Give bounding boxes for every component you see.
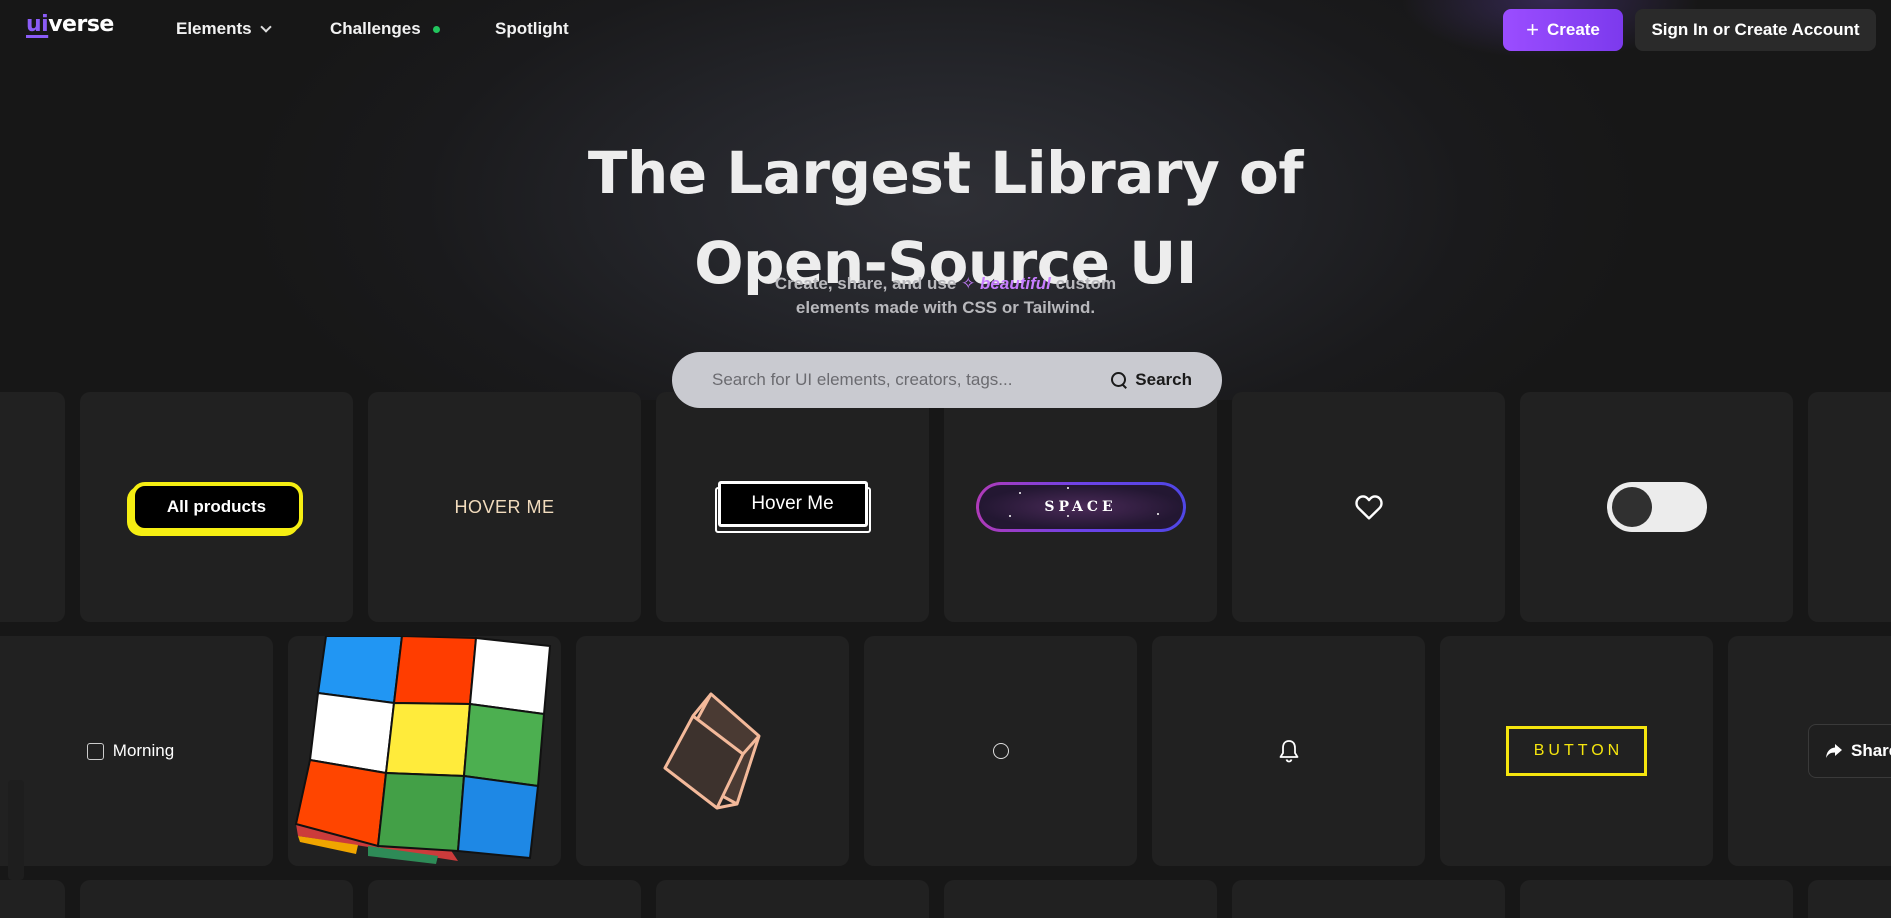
element-card[interactable] (368, 880, 641, 918)
nav-challenges[interactable]: Challenges (330, 19, 440, 39)
all-products-label: All products (166, 497, 267, 516)
sign-in-label: Sign In or Create Account (1651, 20, 1860, 39)
element-card[interactable] (288, 636, 561, 866)
element-card[interactable] (1520, 880, 1793, 918)
all-products-button-demo[interactable]: All products (130, 482, 303, 532)
star-icon (1156, 513, 1159, 515)
star-icon (1018, 492, 1021, 494)
search-icon (1111, 372, 1127, 388)
share-icon (1826, 744, 1842, 758)
button-front: Hover Me (717, 481, 868, 527)
nav-spotlight[interactable]: Spotlight (495, 19, 569, 39)
toggle-knob (1611, 487, 1652, 527)
element-card[interactable]: Morning (0, 636, 273, 866)
heart-icon[interactable] (1353, 491, 1385, 523)
search-button-label: Search (1135, 370, 1192, 389)
element-card[interactable]: Hover Me (656, 392, 929, 622)
search-bar: Search (672, 352, 1222, 408)
status-dot-icon (432, 25, 440, 33)
element-card[interactable] (1808, 880, 1891, 918)
element-card[interactable] (80, 880, 353, 918)
hero-subtitle: Create, share, and use ✧ beautiful custo… (0, 272, 1891, 320)
create-button[interactable]: + Create (1503, 9, 1623, 51)
subtitle-highlight: beautiful (980, 274, 1051, 293)
sparkle-icon: ✧ (961, 274, 976, 293)
element-card[interactable] (576, 636, 849, 866)
sign-in-button[interactable]: Sign In or Create Account (1635, 9, 1876, 51)
element-card[interactable] (656, 880, 929, 918)
hover-me-label: Hover Me (720, 484, 865, 524)
element-card[interactable] (0, 392, 65, 622)
element-card[interactable] (0, 880, 65, 918)
search-button[interactable]: Search (1111, 370, 1222, 390)
space-button-demo[interactable]: SPACE (975, 482, 1186, 532)
star-icon (1066, 515, 1069, 517)
element-card[interactable]: BUTTON (1440, 636, 1713, 866)
cube-wireframe-icon (663, 692, 760, 810)
subtitle-text-after: custom (1055, 274, 1117, 293)
space-button-inner: SPACE (978, 485, 1183, 529)
hover-me-button-demo[interactable]: Hover Me (714, 481, 871, 533)
share-button[interactable]: Share (1808, 724, 1891, 778)
bell-icon[interactable] (1277, 738, 1301, 764)
plus-icon: + (1526, 17, 1539, 42)
logo-verse-text: verse (48, 12, 114, 37)
element-card[interactable] (1152, 636, 1425, 866)
share-label: Share (1851, 741, 1891, 760)
star-icon (1066, 487, 1069, 489)
space-label: SPACE (1044, 499, 1117, 515)
nav-challenges-label: Challenges (330, 19, 421, 38)
element-card[interactable] (1520, 392, 1793, 622)
element-card[interactable] (1232, 880, 1505, 918)
element-card[interactable] (944, 880, 1217, 918)
element-card[interactable]: HOVER ME (368, 392, 641, 622)
search-input[interactable] (672, 352, 1112, 408)
element-card[interactable]: SPACE (944, 392, 1217, 622)
nav-elements-label: Elements (176, 19, 252, 38)
morning-checkbox-demo[interactable]: Morning (86, 741, 175, 761)
chevron-down-icon (259, 21, 272, 33)
element-card[interactable]: All products (80, 392, 353, 622)
title-line-1: The Largest Library of (587, 139, 1304, 207)
uiverse-logo[interactable]: uiverse (26, 12, 114, 37)
subtitle-text-before: Create, share, and use (774, 274, 957, 293)
yellow-button-label: BUTTON (1533, 742, 1624, 759)
checkbox-icon[interactable] (86, 742, 104, 760)
toggle-switch-demo[interactable] (1606, 482, 1707, 532)
yellow-button-demo[interactable]: BUTTON (1506, 726, 1647, 776)
rubiks-cube-icon (294, 636, 552, 864)
element-card[interactable] (1232, 392, 1505, 622)
element-card[interactable] (864, 636, 1137, 866)
logo-ui-text: ui (26, 12, 49, 37)
hover-me-text-demo[interactable]: HOVER ME (454, 497, 554, 518)
subtitle-line-2: elements made with CSS or Tailwind. (795, 298, 1096, 317)
element-card[interactable] (1808, 392, 1891, 622)
nav-elements[interactable]: Elements (176, 19, 272, 39)
nav-spotlight-label: Spotlight (495, 19, 569, 38)
create-button-label: Create (1546, 20, 1600, 39)
navbar: uiverse Elements Challenges Spotlight + … (0, 0, 1891, 58)
morning-label: Morning (112, 741, 175, 760)
loader-ring-icon (992, 743, 1009, 759)
star-icon (1008, 515, 1011, 517)
scroll-handle[interactable] (8, 780, 24, 880)
